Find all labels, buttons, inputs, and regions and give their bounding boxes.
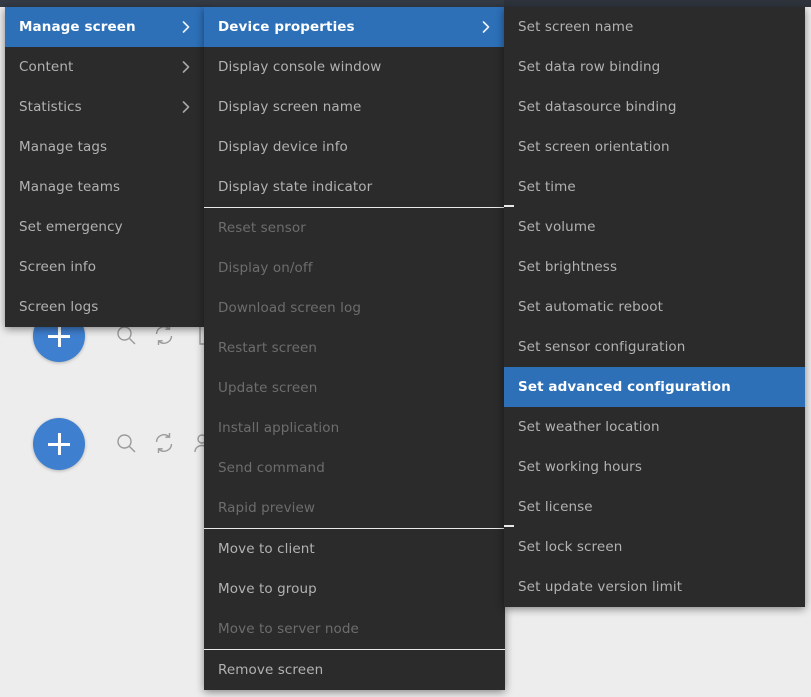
chevron-right-icon <box>181 60 191 74</box>
menu-item-manage-teams[interactable]: Manage teams <box>5 167 205 207</box>
menu-item-label: Display state indicator <box>218 179 373 195</box>
menu-item-set-advanced-configuration[interactable]: Set advanced configuration <box>504 367 805 407</box>
menu-item-label: Set screen orientation <box>518 139 670 155</box>
menu-item-label: Set datasource binding <box>518 99 677 115</box>
menu-item-label: Set time <box>518 179 576 195</box>
menu-item-display-screen-name[interactable]: Display screen name <box>204 87 505 127</box>
menu-item-move-to-server-node: Move to server node <box>204 609 505 649</box>
chevron-right-icon <box>181 100 191 114</box>
menu-item-label: Set update version limit <box>518 579 683 595</box>
menu-item-statistics[interactable]: Statistics <box>5 87 205 127</box>
menu-item-restart-screen: Restart screen <box>204 328 505 368</box>
menu-item-send-command: Send command <box>204 448 505 488</box>
menu-item-label: Screen info <box>19 259 97 275</box>
menu-item-label: Manage tags <box>19 139 108 155</box>
menu-item-display-on-off: Display on/off <box>204 248 505 288</box>
menu-item-set-volume[interactable]: Set volume <box>504 207 805 247</box>
menu-item-label: Set volume <box>518 219 596 235</box>
menu-item-rapid-preview: Rapid preview <box>204 488 505 528</box>
menu-item-label: Move to server node <box>218 621 359 637</box>
menu-item-label: Set lock screen <box>518 539 623 555</box>
menu-item-set-datasource-binding[interactable]: Set datasource binding <box>504 87 805 127</box>
manage-screen-submenu[interactable]: Device properties Display console window D… <box>204 7 505 690</box>
search-icon[interactable] <box>114 431 138 455</box>
menu-item-set-automatic-reboot[interactable]: Set automatic reboot <box>504 287 805 327</box>
menu-item-content[interactable]: Content <box>5 47 205 87</box>
menu-item-label: Screen logs <box>19 299 99 315</box>
menu-item-screen-info[interactable]: Screen info <box>5 247 205 287</box>
menu-item-manage-screen[interactable]: Manage screen <box>5 7 205 47</box>
menu-item-label: Send command <box>218 460 325 476</box>
menu-item-label: Download screen log <box>218 300 362 316</box>
menu-item-set-lock-screen[interactable]: Set lock screen <box>504 527 805 567</box>
menu-item-device-properties[interactable]: Device properties <box>204 7 505 47</box>
menu-item-set-emergency[interactable]: Set emergency <box>5 207 205 247</box>
menu-item-label: Rapid preview <box>218 500 316 516</box>
menu-item-set-screen-name[interactable]: Set screen name <box>504 7 805 47</box>
menu-item-display-device-info[interactable]: Display device info <box>204 127 505 167</box>
refresh-icon[interactable] <box>152 431 176 455</box>
menu-item-label: Set brightness <box>518 259 618 275</box>
menu-item-label: Device properties <box>218 19 355 35</box>
chevron-right-icon <box>481 20 491 34</box>
menu-item-label: Display console window <box>218 59 382 75</box>
menu-item-set-screen-orientation[interactable]: Set screen orientation <box>504 127 805 167</box>
menu-item-label: Set data row binding <box>518 59 661 75</box>
menu-item-remove-screen[interactable]: Remove screen <box>204 650 505 690</box>
chevron-right-icon <box>181 20 191 34</box>
menu-item-label: Set working hours <box>518 459 642 475</box>
menu-item-move-to-group[interactable]: Move to group <box>204 569 505 609</box>
menu-item-display-console-window[interactable]: Display console window <box>204 47 505 87</box>
menu-item-label: Move to group <box>218 581 317 597</box>
menu-item-reset-sensor: Reset sensor <box>204 208 505 248</box>
menu-item-display-state-indicator[interactable]: Display state indicator <box>204 167 505 207</box>
menu-item-label: Display screen name <box>218 99 362 115</box>
menu-item-screen-logs[interactable]: Screen logs <box>5 287 205 327</box>
menu-item-label: Statistics <box>19 99 82 115</box>
menu-item-label: Content <box>19 59 74 75</box>
menu-item-label: Set license <box>518 499 593 515</box>
menu-item-install-application: Install application <box>204 408 505 448</box>
menu-item-move-to-client[interactable]: Move to client <box>204 529 505 569</box>
menu-item-set-data-row-binding[interactable]: Set data row binding <box>504 47 805 87</box>
menu-item-label: Manage teams <box>19 179 121 195</box>
menu-item-download-screen-log: Download screen log <box>204 288 505 328</box>
add-button-row-2[interactable] <box>33 418 85 470</box>
menu-item-label: Remove screen <box>218 662 324 678</box>
screen-context-menu[interactable]: Manage screen Content Statistics Manage tag… <box>5 7 205 327</box>
window-top-strip-right <box>504 0 811 7</box>
menu-item-label: Set automatic reboot <box>518 299 663 315</box>
menu-item-label: Set advanced configuration <box>518 379 731 395</box>
menu-item-set-brightness[interactable]: Set brightness <box>504 247 805 287</box>
menu-item-set-working-hours[interactable]: Set working hours <box>504 447 805 487</box>
menu-item-label: Set weather location <box>518 419 660 435</box>
menu-item-label: Set sensor configuration <box>518 339 686 355</box>
menu-item-update-screen: Update screen <box>204 368 505 408</box>
menu-item-label: Display device info <box>218 139 348 155</box>
menu-item-label: Display on/off <box>218 260 313 276</box>
menu-item-label: Update screen <box>218 380 318 396</box>
menu-item-label: Reset sensor <box>218 220 306 236</box>
menu-item-label: Manage screen <box>19 19 136 35</box>
menu-item-label: Install application <box>218 420 340 436</box>
menu-item-label: Set screen name <box>518 19 634 35</box>
menu-item-set-sensor-configuration[interactable]: Set sensor configuration <box>504 327 805 367</box>
menu-item-label: Restart screen <box>218 340 318 356</box>
menu-item-set-weather-location[interactable]: Set weather location <box>504 407 805 447</box>
menu-item-set-time[interactable]: Set time <box>504 167 805 207</box>
menu-item-set-update-version-limit[interactable]: Set update version limit <box>504 567 805 607</box>
menu-item-manage-tags[interactable]: Manage tags <box>5 127 205 167</box>
device-properties-submenu[interactable]: Set screen name Set data row binding Set d… <box>504 7 805 607</box>
menu-item-label: Set emergency <box>19 219 123 235</box>
menu-item-label: Move to client <box>218 541 315 557</box>
menu-item-set-license[interactable]: Set license <box>504 487 805 527</box>
